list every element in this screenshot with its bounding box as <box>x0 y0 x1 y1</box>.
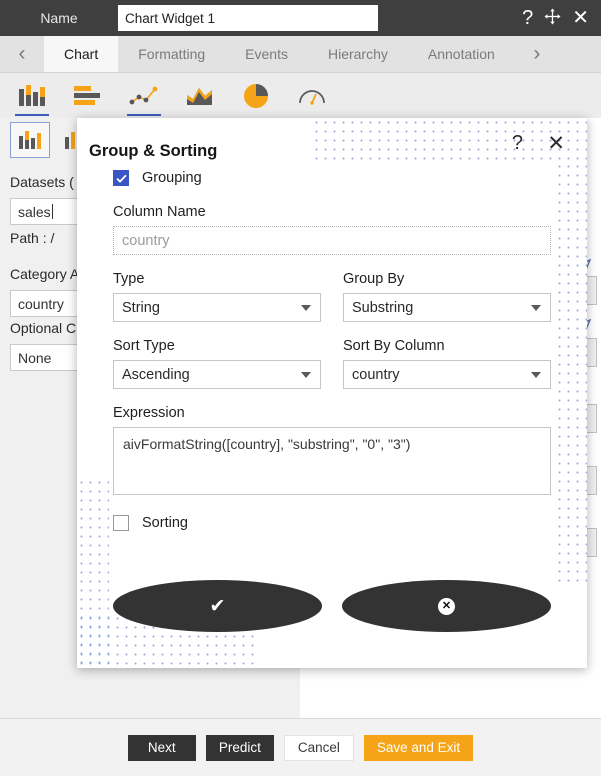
help-icon[interactable]: ? <box>522 8 533 28</box>
move-arrows-icon[interactable] <box>544 8 561 29</box>
window-title-bar: Name Chart Widget 1 ? ✕ <box>0 0 601 36</box>
cancel-button[interactable]: ✕ <box>342 580 551 632</box>
check-icon: ✔ <box>209 595 226 617</box>
dot-pattern-top <box>312 118 587 162</box>
dialog-body: Grouping Column Name country Type String… <box>113 170 551 531</box>
group-by-select[interactable]: Substring <box>343 293 551 322</box>
type-label: Type <box>113 271 145 287</box>
optional-column-label: Optional C <box>10 320 77 336</box>
tab-hierarchy[interactable]: Hierarchy <box>308 36 408 72</box>
group-and-sorting-dialog: Group & Sorting ? ✕ Grouping Column Name… <box>77 118 587 668</box>
tab-annotation[interactable]: Annotation <box>408 36 515 72</box>
predict-button[interactable]: Predict <box>205 734 274 761</box>
scatter-line-chart-icon[interactable] <box>120 75 168 117</box>
expression-field-group: Expression aivFormatString([country], "s… <box>113 405 551 495</box>
pie-chart-icon[interactable] <box>232 75 280 117</box>
confirm-button[interactable]: ✔ <box>113 580 322 632</box>
sorting-checkbox[interactable] <box>113 515 129 531</box>
column-name-input[interactable]: country <box>113 226 551 255</box>
group-by-field-group: Group By Substring <box>343 271 551 322</box>
sort-by-column-label: Sort By Column <box>343 338 445 354</box>
cancel-button-footer[interactable]: Cancel <box>283 734 354 761</box>
group-by-value: Substring <box>352 299 414 316</box>
datasets-value: sales <box>18 203 51 220</box>
grouping-checkbox[interactable] <box>113 170 129 186</box>
sorting-checkbox-row[interactable]: Sorting <box>113 515 551 531</box>
scatter-chart-selected-underline <box>127 113 161 116</box>
category-axis-label: Category A <box>10 266 80 282</box>
next-button[interactable]: Next <box>127 734 196 761</box>
sort-type-select[interactable]: Ascending <box>113 360 321 389</box>
save-and-exit-button[interactable]: Save and Exit <box>363 734 474 761</box>
type-groupby-row: Type String Group By Substring <box>113 271 551 322</box>
expression-textarea[interactable]: aivFormatString([country], "substring", … <box>113 427 551 495</box>
chevron-down-icon <box>531 371 541 378</box>
tab-bar: ‹ Chart Formatting Events Hierarchy Anno… <box>0 36 601 73</box>
datasets-input[interactable]: sales <box>10 198 82 225</box>
bar-chart-icon[interactable] <box>64 75 112 117</box>
tabs-scroll-left-icon[interactable]: ‹ <box>0 36 44 72</box>
column-name-label: Column Name <box>113 204 206 220</box>
sort-by-column-field-group: Sort By Column country <box>343 338 551 389</box>
type-field-group: Type String <box>113 271 321 322</box>
type-select[interactable]: String <box>113 293 321 322</box>
sort-by-column-select[interactable]: country <box>343 360 551 389</box>
column-chart-icon[interactable] <box>8 75 56 117</box>
tab-chart[interactable]: Chart <box>44 36 119 72</box>
dot-pattern-right <box>555 162 587 582</box>
column-name-field-group: Column Name country <box>113 204 551 255</box>
footer-button-bar: Next Predict Cancel Save and Exit <box>0 718 601 776</box>
area-chart-icon[interactable] <box>176 75 224 117</box>
text-caret <box>51 204 53 219</box>
chart-style-option-grouped[interactable] <box>10 122 50 158</box>
grouping-checkbox-row[interactable]: Grouping <box>113 170 551 186</box>
tab-formatting[interactable]: Formatting <box>118 36 225 72</box>
dialog-help-icon[interactable]: ? <box>512 133 523 153</box>
close-icon[interactable]: ✕ <box>572 8 589 28</box>
dot-pattern-left <box>77 478 109 668</box>
widget-name-input[interactable]: Chart Widget 1 <box>118 5 378 31</box>
titlebar-icon-group: ? ✕ <box>522 8 601 29</box>
column-chart-selected-underline <box>15 113 49 116</box>
sort-type-field-group: Sort Type Ascending <box>113 338 321 389</box>
gauge-chart-icon[interactable] <box>288 75 336 117</box>
sort-by-column-value: country <box>352 366 400 383</box>
chevron-down-icon <box>301 371 311 378</box>
sort-type-value: Ascending <box>122 366 190 383</box>
chevron-down-icon <box>531 304 541 311</box>
sort-type-label: Sort Type <box>113 338 175 354</box>
chart-type-toolbar <box>0 73 601 118</box>
close-circle-icon: ✕ <box>438 597 455 615</box>
sort-row: Sort Type Ascending Sort By Column count… <box>113 338 551 389</box>
name-label: Name <box>40 10 78 26</box>
path-label: Path : / <box>10 230 55 246</box>
grouping-label: Grouping <box>142 170 202 186</box>
tabs-scroll-right-icon[interactable]: › <box>515 36 559 72</box>
type-value: String <box>122 299 160 316</box>
chevron-down-icon <box>301 304 311 311</box>
sorting-label: Sorting <box>142 515 188 531</box>
dialog-action-row: ✔ ✕ <box>113 580 551 632</box>
datasets-label: Datasets ( <box>10 174 74 190</box>
expression-label: Expression <box>113 405 185 421</box>
tab-events[interactable]: Events <box>225 36 308 72</box>
group-by-label: Group By <box>343 271 405 287</box>
dialog-close-icon[interactable]: ✕ <box>547 133 565 154</box>
dialog-title: Group & Sorting <box>89 142 218 160</box>
